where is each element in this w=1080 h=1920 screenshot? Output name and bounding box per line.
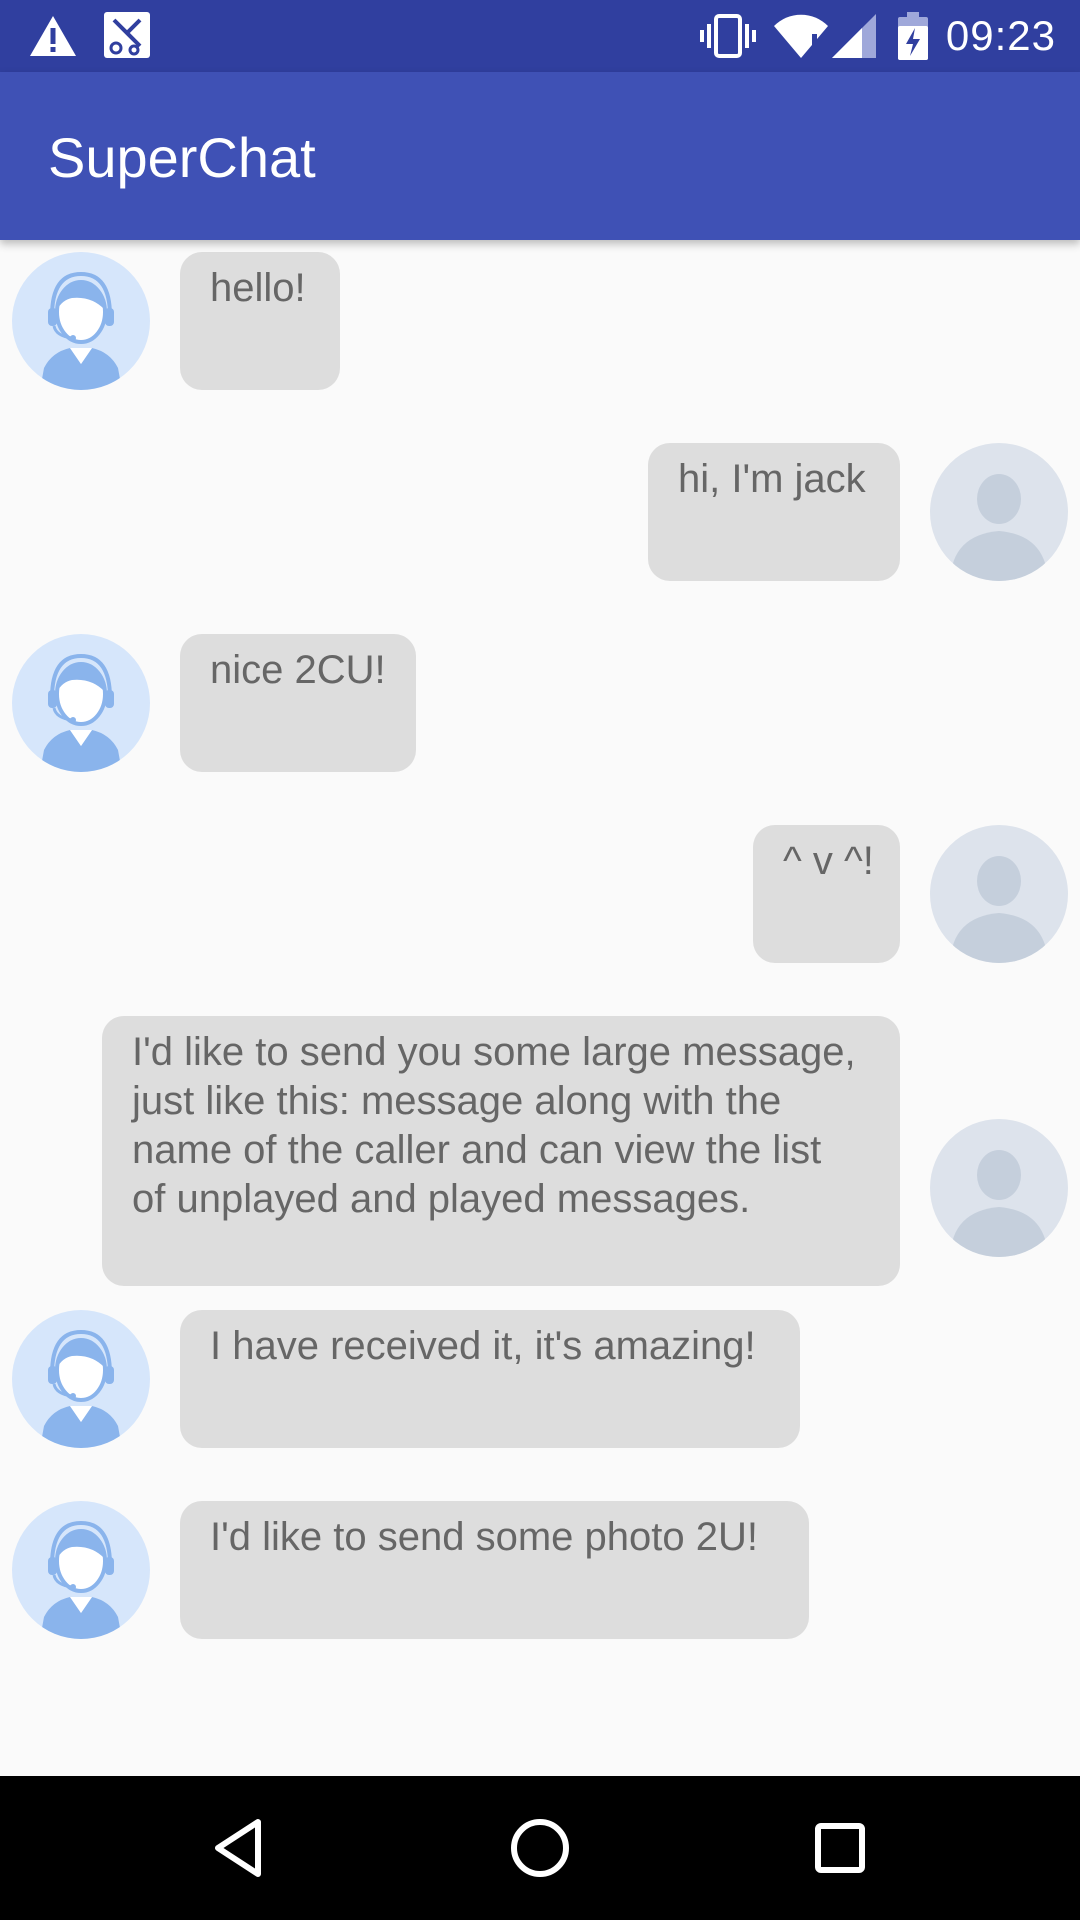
agent-avatar-icon[interactable] bbox=[12, 634, 150, 772]
back-icon[interactable] bbox=[198, 1806, 282, 1890]
user-avatar-icon[interactable] bbox=[930, 1119, 1068, 1257]
message-bubble[interactable]: I have received it, it's amazing! bbox=[180, 1310, 800, 1448]
message-bubble[interactable]: nice 2CU! bbox=[180, 634, 416, 772]
warning-icon bbox=[30, 16, 76, 56]
message-bubble[interactable]: ^ v ^! bbox=[753, 825, 900, 963]
message-bubble[interactable]: I'd like to send you some large message,… bbox=[102, 1016, 900, 1286]
battery-charging-icon bbox=[898, 12, 928, 60]
message-bubble[interactable]: I'd like to send some photo 2U! bbox=[180, 1501, 809, 1639]
home-icon[interactable] bbox=[498, 1806, 582, 1890]
agent-avatar-icon[interactable] bbox=[12, 1310, 150, 1448]
recents-icon[interactable] bbox=[798, 1806, 882, 1890]
wifi-icon bbox=[774, 14, 828, 58]
status-time: 09:23 bbox=[945, 12, 1056, 59]
agent-avatar-icon[interactable] bbox=[12, 1501, 150, 1639]
navigation-bar bbox=[0, 1776, 1080, 1920]
message-bubble[interactable]: hello! bbox=[180, 252, 340, 390]
user-avatar-icon[interactable] bbox=[930, 443, 1068, 581]
app-title: SuperChat bbox=[48, 126, 316, 189]
agent-avatar-icon[interactable] bbox=[12, 252, 150, 390]
app-bar: SuperChat bbox=[0, 72, 1080, 240]
vibrate-icon bbox=[700, 14, 756, 58]
signal-icon bbox=[832, 14, 876, 58]
message-bubble[interactable]: hi, I'm jack bbox=[648, 443, 900, 581]
scissors-notification-icon bbox=[104, 12, 150, 58]
status-bar: 09:23 bbox=[0, 0, 1080, 72]
user-avatar-icon[interactable] bbox=[930, 825, 1068, 963]
